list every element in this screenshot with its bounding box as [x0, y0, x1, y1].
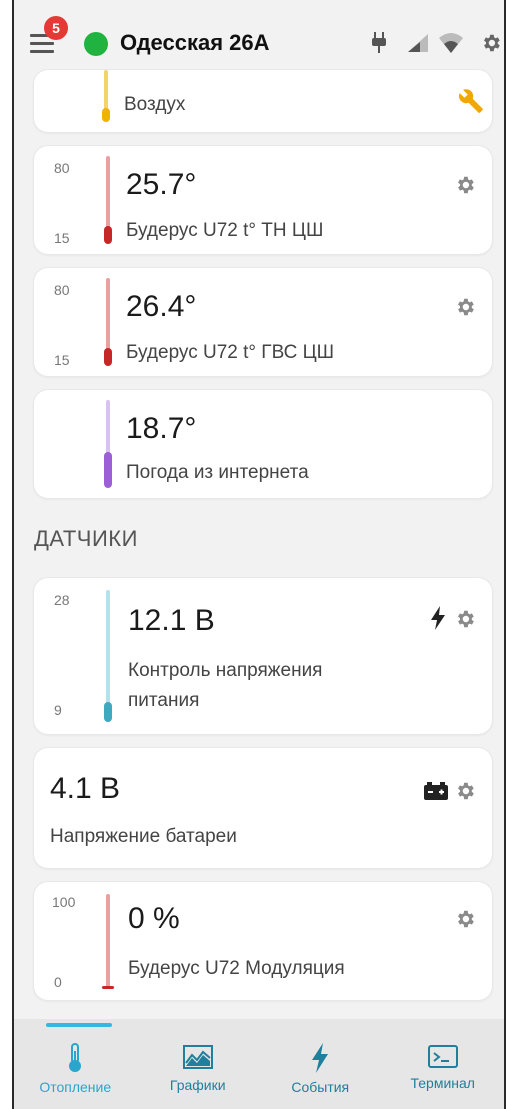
thermometer-bar [106, 156, 110, 236]
signal-icon [408, 34, 428, 52]
sensor-card-battery[interactable]: 4.1 В Напряжение батареи [34, 748, 492, 868]
nav-label: События [291, 1079, 350, 1095]
sensor-value: 12.1 В [128, 604, 215, 637]
gear-icon[interactable] [454, 908, 476, 930]
scale-min: 0 [54, 974, 62, 990]
lightning-icon [312, 1043, 329, 1073]
sensor-card-modulation[interactable]: 100 0 0 % Будерус U72 Модуляция [34, 882, 492, 1000]
scale-max: 28 [54, 592, 70, 608]
sensor-label: Будерус U72 t° ГВС ЦШ [126, 342, 335, 363]
sensor-label-line1: Контроль напряжения [128, 660, 323, 681]
nav-label: Графики [169, 1077, 226, 1093]
sensor-label-line2: питания [128, 690, 200, 711]
thermometer-bulb [104, 348, 112, 366]
sensor-value: 4.1 В [50, 772, 121, 805]
thermometer-bulb [104, 702, 112, 722]
bottom-nav: Отопление Графики События Терминал [14, 1019, 504, 1109]
scale-max: 80 [54, 160, 70, 176]
gear-icon[interactable] [454, 174, 476, 196]
wrench-icon[interactable] [458, 88, 484, 114]
gear-icon[interactable] [454, 296, 476, 318]
thermometer-bar [106, 278, 110, 358]
nav-label: Отопление [39, 1079, 112, 1095]
thermometer-bar [104, 70, 108, 112]
nav-label: Терминал [410, 1075, 475, 1091]
plug-icon [372, 32, 386, 53]
scale-max: 80 [54, 282, 70, 298]
active-tab-indicator [46, 1023, 112, 1027]
sensor-card-voltage[interactable]: 28 9 12.1 В Контроль напряжения питания [34, 578, 492, 734]
sensor-label: Будерус U72 Модуляция [128, 958, 345, 979]
gear-icon[interactable] [454, 608, 476, 630]
section-title-sensors: ДАТЧИКИ [34, 526, 138, 551]
scale-min: 15 [54, 352, 70, 368]
nav-charts[interactable]: Графики [137, 1019, 260, 1109]
status-dot [84, 32, 108, 56]
app-frame: 5 Одесская 26А Воздух 80 15 25.7° Будеру… [12, 0, 506, 1109]
sensor-value: 25.7° [126, 168, 197, 201]
sensor-card-gvs[interactable]: 80 15 26.4° Будерус U72 t° ГВС ЦШ [34, 268, 492, 376]
gear-icon[interactable] [480, 32, 502, 54]
sensor-label: Погода из интернета [126, 462, 309, 483]
nav-heating[interactable]: Отопление [14, 1019, 137, 1109]
thermometer-bar [106, 590, 110, 716]
sensor-label: Напряжение батареи [50, 826, 237, 847]
sensor-label: Будерус U72 t° ТН ЦШ [126, 220, 324, 241]
lightning-icon [431, 606, 445, 630]
scale-max: 100 [52, 894, 76, 910]
thermometer-bulb [102, 986, 114, 989]
sensor-value: 18.7° [126, 412, 197, 445]
chart-icon [182, 1045, 213, 1069]
nav-events[interactable]: События [259, 1019, 382, 1109]
thermometer-bulb [104, 226, 112, 244]
sensor-value: 26.4° [126, 290, 197, 323]
thermometer-bulb [102, 108, 110, 122]
sensor-card-weather[interactable]: 18.7° Погода из интернета [34, 390, 492, 498]
sensor-card-air[interactable]: Воздух [34, 70, 492, 132]
wifi-icon [439, 33, 463, 53]
sensor-card-tn[interactable]: 80 15 25.7° Будерус U72 t° ТН ЦШ [34, 146, 492, 254]
sensor-label: Воздух [124, 94, 186, 115]
scale-min: 15 [54, 230, 70, 246]
thermometer-bar [106, 894, 110, 988]
location-title[interactable]: Одесская 26А [120, 30, 270, 56]
thermometer-icon [69, 1043, 82, 1072]
gear-icon[interactable] [454, 780, 476, 802]
sensor-value: 0 % [128, 902, 180, 935]
nav-terminal[interactable]: Терминал [382, 1019, 505, 1109]
notification-badge[interactable]: 5 [44, 16, 68, 40]
terminal-icon [427, 1045, 458, 1068]
battery-icon [424, 782, 448, 800]
scale-min: 9 [54, 702, 62, 718]
thermometer-bulb [104, 452, 112, 488]
